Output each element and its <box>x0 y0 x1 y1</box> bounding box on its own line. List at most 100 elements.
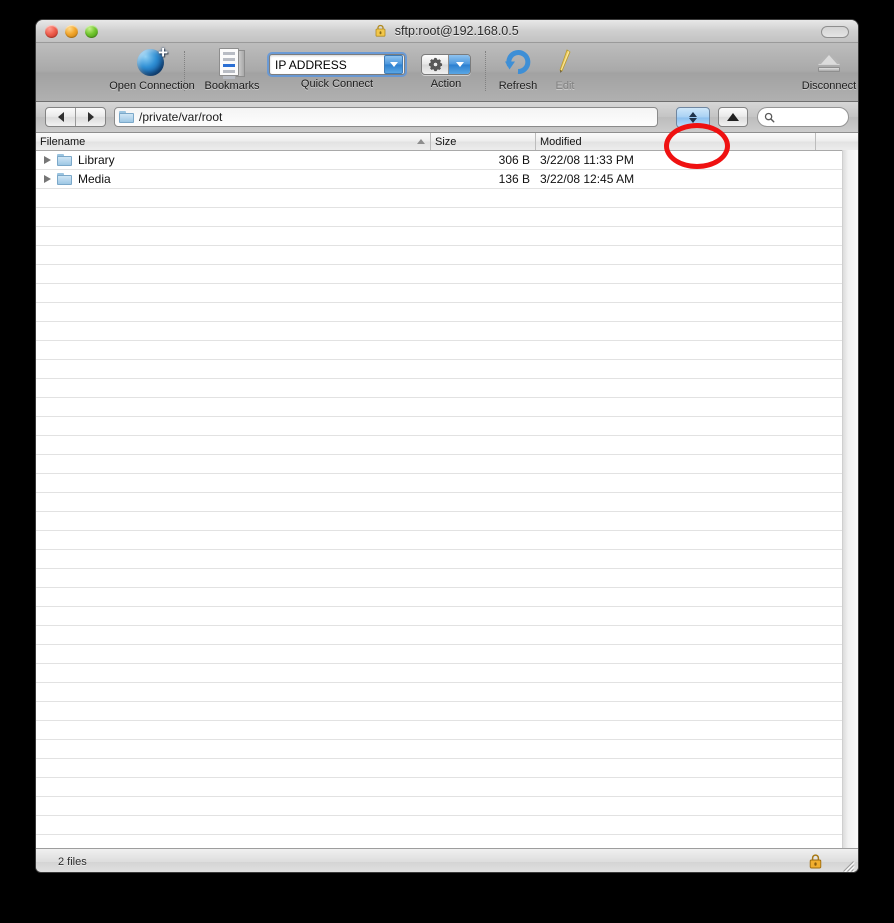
table-row-empty[interactable] <box>36 436 858 455</box>
edit-button[interactable]: Edit <box>545 46 585 92</box>
table-row-empty[interactable] <box>36 398 858 417</box>
table-row-empty[interactable] <box>36 702 858 721</box>
table-row-empty[interactable] <box>36 569 858 588</box>
table-row-empty[interactable] <box>36 607 858 626</box>
gear-icon <box>422 55 448 74</box>
table-row-empty[interactable] <box>36 189 858 208</box>
edit-label: Edit <box>555 80 575 92</box>
chevron-down-icon[interactable] <box>384 55 403 74</box>
action-button[interactable] <box>421 54 471 75</box>
file-list-scrollbar[interactable] <box>842 150 858 848</box>
nav-arrows-group <box>45 107 106 127</box>
column-header-modified[interactable]: Modified <box>536 133 816 150</box>
disclosure-triangle-icon[interactable] <box>44 156 51 164</box>
path-text: /private/var/root <box>139 110 223 124</box>
table-row[interactable]: Media 136 B 3/22/08 12:45 AM <box>36 170 858 189</box>
triangle-up-icon <box>417 139 425 144</box>
bookmarks-label: Bookmarks <box>204 80 260 92</box>
table-row-empty[interactable] <box>36 759 858 778</box>
table-row-empty[interactable] <box>36 512 858 531</box>
table-row-empty[interactable] <box>36 455 858 474</box>
table-row-empty[interactable] <box>36 341 858 360</box>
stepper-down-icon <box>689 118 697 123</box>
column-header-size[interactable]: Size <box>431 133 536 150</box>
window-title-area: sftp:root@192.168.0.5 <box>36 20 858 42</box>
window-title: sftp:root@192.168.0.5 <box>394 24 519 38</box>
folder-icon <box>57 173 72 185</box>
bookmarks-icon <box>196 46 268 79</box>
quick-connect-value: IP ADDRESS <box>275 57 347 72</box>
table-row-empty[interactable] <box>36 721 858 740</box>
triangle-up-icon <box>727 113 739 121</box>
table-row-empty[interactable] <box>36 835 858 848</box>
table-row-empty[interactable] <box>36 208 858 227</box>
table-row-empty[interactable] <box>36 265 858 284</box>
column-header-filler <box>816 133 858 150</box>
search-input[interactable] <box>775 111 843 123</box>
lock-icon <box>375 22 386 44</box>
refresh-label: Refresh <box>498 80 538 92</box>
open-connection-button[interactable]: + Open Connection <box>92 44 212 92</box>
refresh-button[interactable]: Refresh <box>491 46 545 92</box>
cell-size: 136 B <box>498 172 530 186</box>
file-browser-window: sftp:root@192.168.0.5 + Open Connection <box>36 20 858 872</box>
action-dropdown-arrow[interactable] <box>448 55 470 74</box>
forward-button[interactable] <box>76 108 105 126</box>
table-row-empty[interactable] <box>36 797 858 816</box>
search-icon <box>764 112 775 122</box>
column-header-filename[interactable]: Filename <box>36 133 431 150</box>
table-row-empty[interactable] <box>36 664 858 683</box>
quick-connect-input[interactable]: IP ADDRESS <box>269 54 405 75</box>
back-button[interactable] <box>46 108 76 126</box>
disconnect-label: Disconnect <box>801 80 857 92</box>
table-row-empty[interactable] <box>36 303 858 322</box>
search-field[interactable] <box>757 107 849 127</box>
history-stepper[interactable] <box>676 107 710 128</box>
chevron-left-icon <box>57 112 64 122</box>
table-row-empty[interactable] <box>36 246 858 265</box>
table-row-empty[interactable] <box>36 645 858 664</box>
cell-size: 306 B <box>498 153 530 167</box>
table-row-empty[interactable] <box>36 683 858 702</box>
table-row-empty[interactable] <box>36 474 858 493</box>
status-text: 2 files <box>58 856 87 868</box>
table-row-empty[interactable] <box>36 322 858 341</box>
disconnect-button[interactable]: Disconnect <box>788 46 858 92</box>
table-row-empty[interactable] <box>36 227 858 246</box>
table-row-empty[interactable] <box>36 550 858 569</box>
toolbar-toggle-button[interactable] <box>821 26 849 38</box>
table-row-empty[interactable] <box>36 284 858 303</box>
table-row-empty[interactable] <box>36 626 858 645</box>
bookmarks-button[interactable]: Bookmarks <box>196 46 268 92</box>
table-row-empty[interactable] <box>36 493 858 512</box>
lock-icon <box>809 854 822 872</box>
cell-modified: 3/22/08 11:33 PM <box>540 153 634 167</box>
globe-plus-icon: + <box>92 44 212 78</box>
table-row-empty[interactable] <box>36 816 858 835</box>
column-header-filename-label: Filename <box>40 135 86 148</box>
parent-directory-button[interactable] <box>718 107 748 127</box>
table-row-empty[interactable] <box>36 588 858 607</box>
chevron-right-icon <box>87 112 94 122</box>
path-field[interactable]: /private/var/root <box>114 107 658 127</box>
cell-modified: 3/22/08 12:45 AM <box>540 172 635 186</box>
file-list-header: Filename Size Modified <box>36 133 858 151</box>
stepper-up-icon <box>689 112 697 117</box>
table-row-empty[interactable] <box>36 740 858 759</box>
folder-icon <box>57 154 72 166</box>
table-row-empty[interactable] <box>36 379 858 398</box>
quick-connect-label-wrap: Quick Connect <box>269 76 405 90</box>
file-list-rows: Library 306 B 3/22/08 11:33 PM Media 136 B 3/… <box>36 151 858 848</box>
resize-grip-icon[interactable] <box>841 859 855 872</box>
disclosure-triangle-icon[interactable] <box>44 175 51 183</box>
main-toolbar: + Open Connection Bookmarks IP ADDRESS Q… <box>36 43 858 102</box>
table-row[interactable]: Library 306 B 3/22/08 11:33 PM <box>36 151 858 170</box>
table-row-empty[interactable] <box>36 778 858 797</box>
column-header-size-label: Size <box>435 135 457 148</box>
table-row-empty[interactable] <box>36 417 858 436</box>
table-row-empty[interactable] <box>36 360 858 379</box>
quick-connect-label: Quick Connect <box>300 78 374 90</box>
toolbar-separator-2 <box>485 51 487 91</box>
table-row-empty[interactable] <box>36 531 858 550</box>
status-bar: 2 files <box>36 848 858 872</box>
